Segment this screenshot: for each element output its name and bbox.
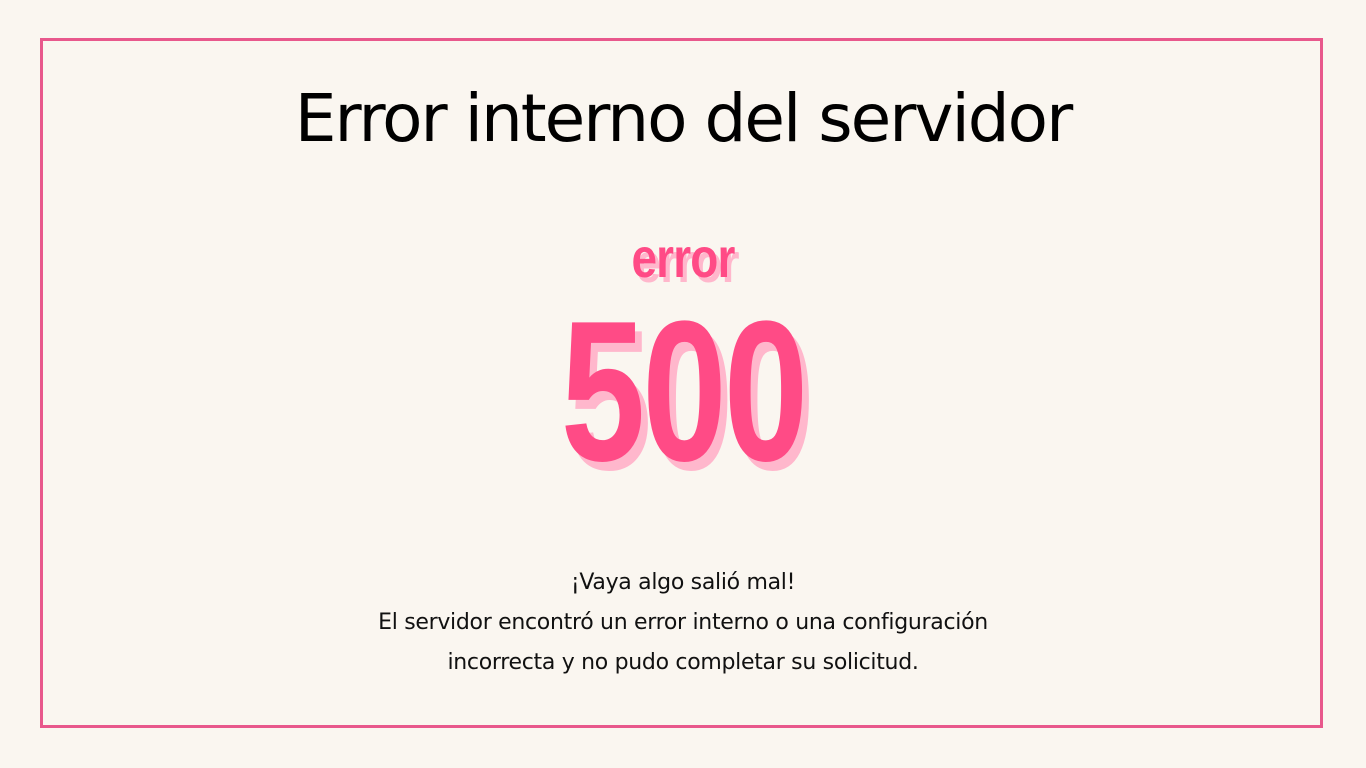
error-message: ¡Vaya algo salió mal! El servidor encont…: [0, 563, 1366, 683]
message-line-1: ¡Vaya algo salió mal!: [570, 570, 796, 595]
error-label: error: [631, 226, 735, 289]
page-title: Error interno del servidor: [294, 80, 1073, 157]
message-line-3: incorrecta y no pudo completar su solici…: [447, 650, 919, 675]
error-code: 500: [560, 280, 809, 503]
message-line-2: El servidor encontró un error interno o …: [378, 610, 988, 635]
